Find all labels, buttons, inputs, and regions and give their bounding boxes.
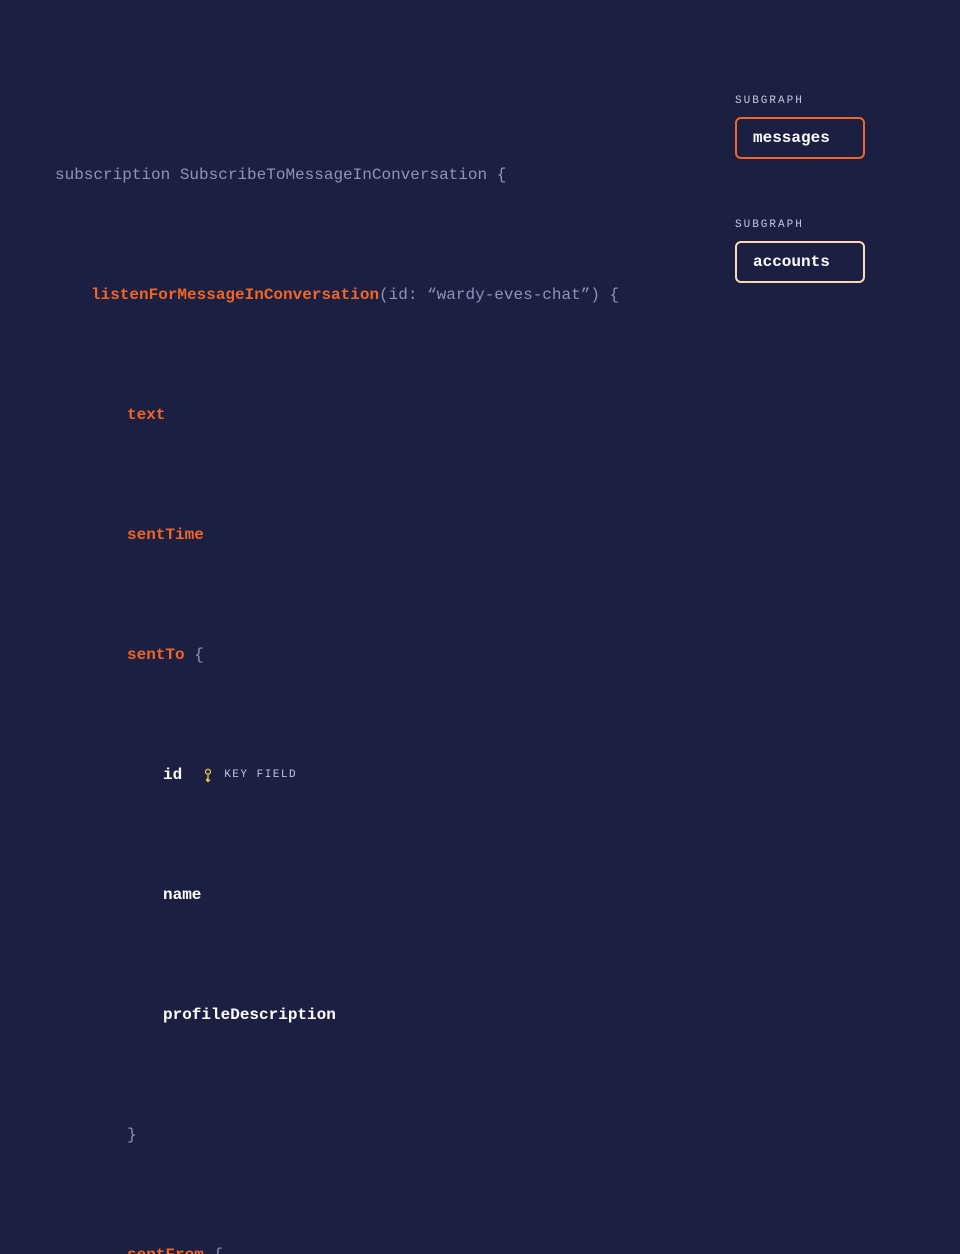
key-icon: [200, 767, 216, 783]
operation-name: SubscribeToMessageInConversation: [180, 160, 487, 190]
code-line: id KEY FIELD: [55, 760, 619, 790]
arg-value: “wardy-eves-chat”: [427, 280, 590, 310]
root-field: listenForMessageInConversation: [91, 280, 379, 310]
brace-open: {: [497, 160, 507, 190]
brace-open: {: [194, 640, 204, 670]
code-line: subscription SubscribeToMessageInConvers…: [55, 160, 619, 190]
code-line: }: [55, 1120, 619, 1150]
key-field-label: KEY FIELD: [224, 760, 297, 790]
code-line: sentTo {: [55, 640, 619, 670]
paren-open: (: [379, 280, 389, 310]
subgraph-block-accounts: SUBGRAPH accounts: [735, 219, 885, 283]
subgraph-label: SUBGRAPH: [735, 95, 885, 107]
code-line: text: [55, 400, 619, 430]
arg-name: id: [389, 280, 408, 310]
brace-open: {: [610, 280, 620, 310]
subgraph-sidebar: SUBGRAPH messages SUBGRAPH accounts: [735, 95, 885, 343]
colon: :: [408, 280, 418, 310]
subgraph-label: SUBGRAPH: [735, 219, 885, 231]
code-block: subscription SubscribeToMessageInConvers…: [55, 70, 619, 1254]
paren-close: ): [590, 280, 600, 310]
code-line: profileDescription: [55, 1000, 619, 1030]
code-line: sentTime: [55, 520, 619, 550]
code-line: sentFrom {: [55, 1240, 619, 1254]
subgraph-box-messages: messages: [735, 117, 865, 159]
field-name: name: [163, 880, 201, 910]
field-sentTime: sentTime: [127, 520, 204, 550]
field-profileDescription: profileDescription: [163, 1000, 336, 1030]
field-id: id: [163, 760, 182, 790]
subgraph-block-messages: SUBGRAPH messages: [735, 95, 885, 159]
code-line: listenForMessageInConversation(id: “ward…: [55, 280, 619, 310]
keyword-subscription: subscription: [55, 160, 170, 190]
field-sentTo: sentTo: [127, 640, 185, 670]
brace-close: }: [127, 1120, 137, 1150]
code-line: name: [55, 880, 619, 910]
field-text: text: [127, 400, 165, 430]
brace-open: {: [213, 1240, 223, 1254]
field-sentFrom: sentFrom: [127, 1240, 204, 1254]
subgraph-box-accounts: accounts: [735, 241, 865, 283]
